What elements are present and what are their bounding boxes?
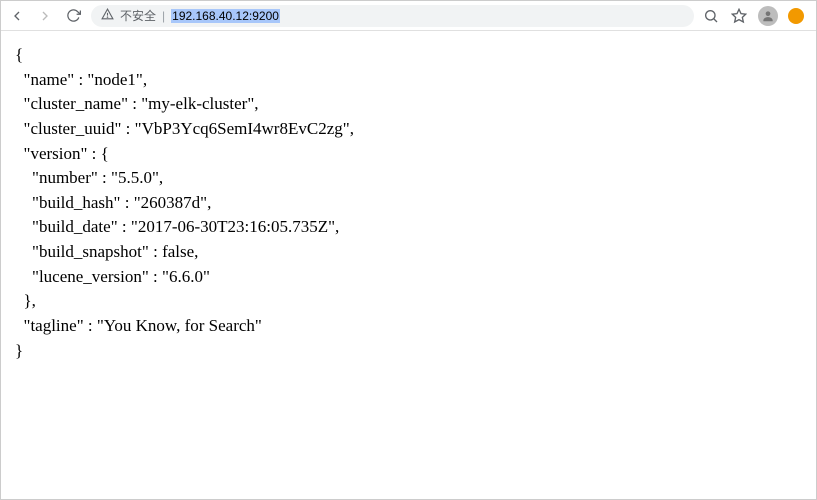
bookmark-star-icon[interactable] (730, 7, 748, 25)
reload-button[interactable] (63, 6, 83, 26)
json-lucene-version: 6.6.0 (169, 267, 203, 286)
warning-icon (101, 8, 114, 24)
back-button[interactable] (7, 6, 27, 26)
json-build-date: 2017-06-30T23:16:05.735Z (138, 217, 328, 236)
json-build-hash: 260387d (141, 193, 201, 212)
json-cluster-uuid: VbP3Ycq6SemI4wr8EvC2zg (142, 119, 343, 138)
response-body: { "name" : "node1", "cluster_name" : "my… (1, 31, 816, 375)
json-version-number: 5.5.0 (118, 168, 152, 187)
json-tagline: You Know, for Search (104, 316, 255, 335)
divider: | (162, 9, 165, 23)
notification-badge[interactable] (788, 8, 804, 24)
zoom-icon[interactable] (702, 7, 720, 25)
url-text: 192.168.40.12:9200 (171, 9, 280, 23)
browser-toolbar: 不安全 | 192.168.40.12:9200 (1, 1, 816, 31)
forward-button[interactable] (35, 6, 55, 26)
security-label: 不安全 (120, 7, 156, 24)
profile-avatar[interactable] (758, 6, 778, 26)
toolbar-right (702, 6, 810, 26)
json-cluster-name: my-elk-cluster (148, 94, 247, 113)
json-build-snapshot: false (162, 242, 194, 261)
address-bar[interactable]: 不安全 | 192.168.40.12:9200 (91, 5, 694, 27)
json-name: node1 (94, 70, 136, 89)
